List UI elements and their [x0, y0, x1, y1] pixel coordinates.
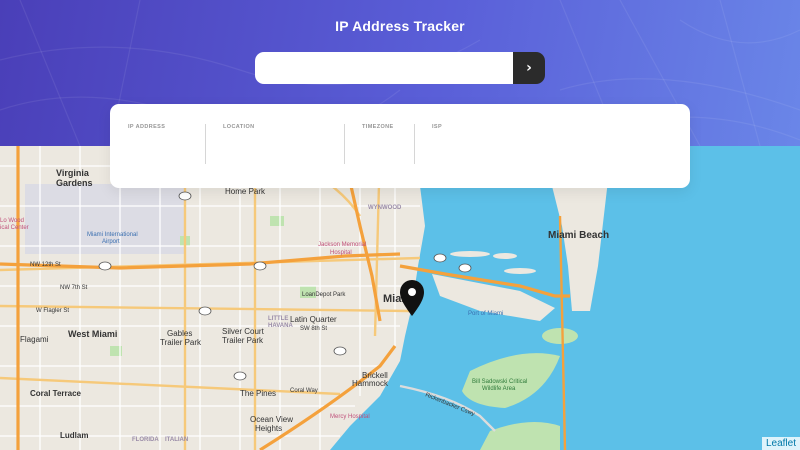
map-label: Coral Terrace: [30, 389, 82, 398]
map-label: ical Center: [0, 225, 29, 231]
map-label: Jackson Memorial: [318, 242, 366, 248]
map-label: NW 12th St: [30, 262, 61, 268]
search-submit-button[interactable]: ›: [513, 52, 545, 84]
map-label: Flagami: [20, 335, 49, 344]
map-label: Bill Sadowski Critical: [472, 379, 527, 385]
map-label: Home Park: [225, 187, 266, 196]
map-label: Hospital: [330, 250, 352, 256]
ip-address-label: IP ADDRESS: [128, 124, 166, 130]
ip-search-input[interactable]: [255, 52, 513, 84]
map-label: Airport: [102, 239, 120, 245]
map-label: Port of Miami: [468, 311, 503, 317]
map-label: WYNWOOD: [368, 205, 402, 211]
map-label: Virginia: [56, 168, 90, 178]
map-label: FLORIDA: [132, 437, 159, 443]
map-label: LITTLE: [268, 316, 288, 322]
map-label: SW 8th St: [300, 326, 327, 332]
map-label: Miami Beach: [548, 230, 609, 241]
map-label: Mercy Hospital: [330, 414, 370, 420]
chevron-right-icon: ›: [526, 60, 532, 76]
map-label: Heights: [255, 424, 282, 433]
ip-address-section: IP ADDRESS: [128, 124, 165, 164]
map-label: Latin Quarter: [290, 315, 337, 324]
timezone-section: TIMEZONE: [362, 124, 394, 164]
isp-section: ISP: [432, 124, 442, 164]
map-label: Miami International: [87, 232, 138, 238]
timezone-label: TIMEZONE: [362, 124, 394, 130]
map-attribution[interactable]: Leaflet: [761, 437, 800, 450]
map-label: Silver Court: [222, 327, 265, 336]
divider: [205, 124, 206, 164]
map-label: Gardens: [56, 178, 93, 188]
page-title: IP Address Tracker: [335, 18, 465, 34]
divider: [414, 124, 415, 164]
map-view[interactable]: Virginia Gardens Miami Beach Miami West …: [0, 146, 800, 450]
ip-info-card: IP ADDRESS LOCATION TIMEZONE ISP: [110, 104, 690, 188]
map-label: Trailer Park: [222, 336, 264, 345]
map-label: Hammock: [352, 379, 389, 388]
map-label: LoanDepot Park: [302, 292, 346, 298]
divider: [344, 124, 345, 164]
ip-search-form: ›: [255, 52, 545, 84]
map-label: Wildlife Area: [482, 386, 516, 392]
map-label: Ludlam: [60, 431, 88, 440]
map-label: NW 7th St: [60, 285, 88, 291]
map-label: ITALIAN: [165, 437, 188, 443]
isp-label: ISP: [432, 124, 443, 130]
map-tiles: Virginia Gardens Miami Beach Miami West …: [0, 146, 800, 450]
map-label: The Pines: [240, 389, 276, 398]
map-label: Trailer Park: [160, 338, 202, 347]
map-label: Lo Wood: [0, 218, 24, 224]
map-label: Coral Way: [290, 388, 318, 394]
map-label: West Miami: [68, 329, 117, 339]
location-label: LOCATION: [223, 124, 255, 130]
map-label: Ocean View: [250, 415, 293, 424]
location-section: LOCATION: [223, 124, 255, 164]
map-label: Gables: [167, 329, 192, 338]
map-label: W Flagler St: [36, 308, 69, 314]
